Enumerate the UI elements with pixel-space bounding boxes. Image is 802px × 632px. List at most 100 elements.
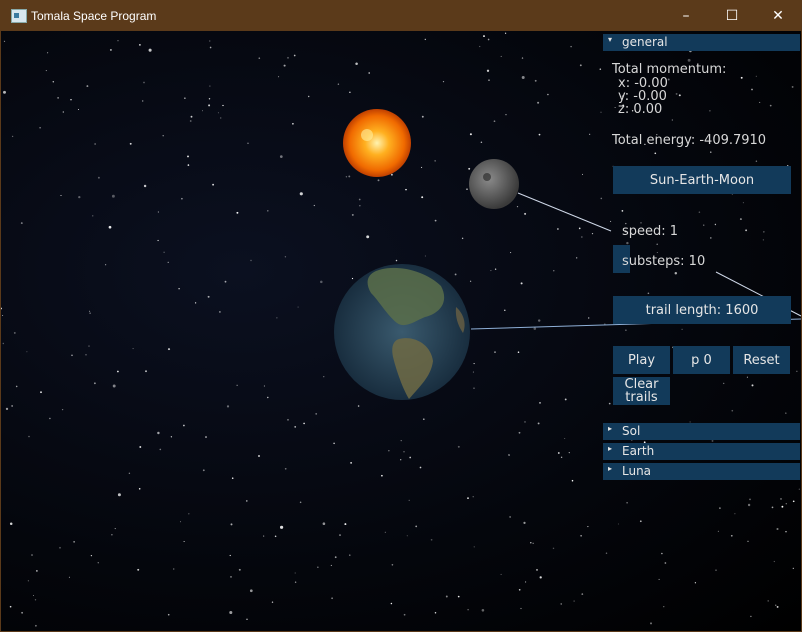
- preset-button[interactable]: Sun-Earth-Moon: [613, 166, 791, 194]
- star: [276, 317, 278, 319]
- body-header-earth[interactable]: ▸ Earth: [603, 443, 800, 460]
- star: [419, 466, 422, 469]
- star: [703, 224, 705, 226]
- star: [139, 446, 142, 448]
- star: [162, 134, 164, 137]
- star: [366, 235, 370, 239]
- star: [785, 503, 787, 505]
- star: [600, 111, 602, 113]
- minimize-button[interactable]: –: [663, 1, 709, 31]
- star: [400, 459, 402, 461]
- star: [359, 205, 361, 207]
- star: [560, 603, 562, 605]
- star: [467, 497, 469, 499]
- star: [537, 101, 540, 104]
- star: [351, 277, 354, 280]
- star: [388, 450, 390, 452]
- star: [422, 418, 425, 421]
- expand-arrow-icon: ▸: [608, 424, 613, 433]
- star: [224, 280, 227, 283]
- star: [461, 237, 464, 240]
- general-section-header[interactable]: ▾ general: [603, 34, 800, 51]
- star: [68, 576, 70, 578]
- star: [219, 117, 222, 119]
- moon-crater: [483, 173, 491, 181]
- star: [781, 505, 784, 508]
- p0-button[interactable]: p 0: [673, 346, 730, 374]
- star: [552, 547, 555, 550]
- star: [230, 523, 233, 526]
- star: [178, 288, 180, 290]
- star: [313, 204, 315, 207]
- star: [750, 615, 752, 618]
- clear-trails-button[interactable]: Clear trails: [613, 377, 670, 405]
- maximize-button[interactable]: ☐: [709, 1, 755, 31]
- star: [656, 251, 658, 254]
- space-viewport[interactable]: ▾ general Total momentum: x: -0.00 y: -0…: [1, 31, 801, 631]
- star: [88, 345, 90, 347]
- app-icon: [11, 9, 27, 23]
- star: [650, 622, 652, 625]
- star: [89, 310, 91, 312]
- close-button[interactable]: ✕: [755, 1, 801, 31]
- star: [9, 522, 13, 526]
- play-button[interactable]: Play: [613, 346, 670, 374]
- star: [759, 101, 761, 103]
- star: [746, 376, 748, 378]
- star: [658, 578, 660, 580]
- star: [740, 76, 743, 79]
- star: [34, 599, 37, 601]
- star: [749, 498, 751, 501]
- star: [710, 151, 712, 153]
- star: [294, 426, 297, 428]
- sun-body[interactable]: [343, 109, 411, 177]
- star: [792, 500, 795, 503]
- body-header-sol[interactable]: ▸ Sol: [603, 423, 800, 440]
- star: [263, 535, 265, 537]
- star: [521, 76, 525, 79]
- star: [205, 436, 207, 438]
- star: [581, 173, 584, 175]
- window-title: Tomala Space Program: [31, 9, 157, 23]
- star: [47, 52, 49, 54]
- trail-length-slider[interactable]: trail length: 1600: [613, 296, 791, 324]
- star: [15, 385, 18, 388]
- star: [202, 469, 205, 472]
- star: [97, 562, 99, 564]
- star: [505, 114, 507, 116]
- star: [267, 210, 269, 212]
- star: [647, 292, 650, 295]
- star: [247, 142, 249, 144]
- star: [284, 467, 287, 470]
- star: [504, 309, 506, 312]
- body-header-luna[interactable]: ▸ Luna: [603, 463, 800, 480]
- star: [245, 500, 248, 502]
- star: [117, 370, 119, 373]
- momentum-z: z: 0.00: [618, 102, 663, 117]
- star: [35, 624, 37, 627]
- star: [600, 197, 603, 200]
- star: [278, 76, 280, 78]
- star: [792, 567, 794, 569]
- star: [333, 442, 335, 445]
- star: [415, 525, 418, 528]
- star: [500, 573, 502, 575]
- star: [339, 534, 341, 537]
- star: [494, 351, 496, 353]
- star: [33, 595, 34, 596]
- star: [355, 62, 358, 66]
- star: [625, 329, 627, 331]
- collapse-arrow-icon: ▾: [608, 35, 613, 44]
- star: [187, 164, 190, 166]
- moon-body[interactable]: [469, 159, 519, 209]
- star: [570, 45, 572, 48]
- star: [621, 210, 624, 212]
- star: [132, 348, 134, 350]
- star: [681, 328, 683, 331]
- reset-button[interactable]: Reset: [733, 346, 790, 374]
- star: [745, 229, 748, 232]
- star: [715, 569, 717, 571]
- star: [534, 79, 537, 82]
- star: [538, 133, 541, 136]
- star: [60, 194, 62, 197]
